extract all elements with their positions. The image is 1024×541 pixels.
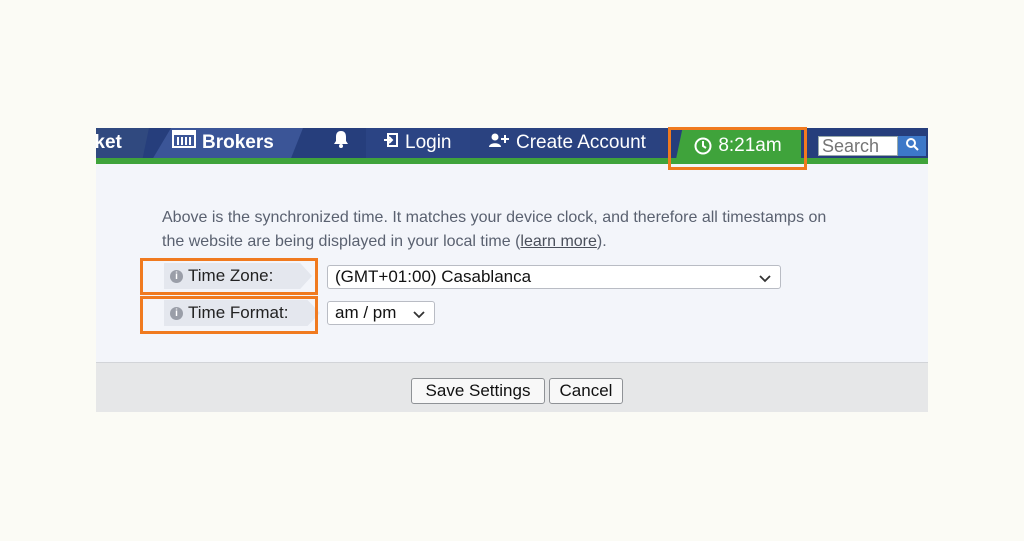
login-icon — [383, 128, 399, 158]
time-zone-value: (GMT+01:00) Casablanca — [335, 267, 532, 286]
search-button[interactable] — [898, 136, 926, 156]
time-sync-description: Above is the synchronized time. It match… — [162, 206, 832, 254]
nav-item-login-label: Login — [405, 132, 452, 153]
nav-item-market[interactable]: rket — [96, 128, 122, 158]
time-zone-select[interactable]: (GMT+01:00) Casablanca — [327, 265, 781, 289]
chevron-down-icon — [758, 270, 772, 290]
nav-item-notifications[interactable] — [333, 128, 349, 158]
nav-item-market-label: rket — [96, 132, 122, 153]
time-zone-highlight-box — [140, 258, 318, 295]
nav-item-create-account-label: Create Account — [516, 132, 646, 153]
chevron-down-icon — [412, 306, 426, 326]
learn-more-link[interactable]: learn more — [520, 233, 596, 250]
time-format-value: am / pm — [335, 303, 397, 322]
nav-item-create-account[interactable]: Create Account — [488, 128, 646, 158]
cancel-button[interactable]: Cancel — [549, 378, 623, 404]
description-text: Above is the synchronized time. It match… — [162, 209, 827, 250]
add-user-icon — [488, 128, 510, 158]
bell-icon — [333, 128, 349, 158]
nav-item-brokers[interactable]: Brokers — [172, 128, 274, 158]
time-format-select[interactable]: am / pm — [327, 301, 435, 325]
save-settings-button[interactable]: Save Settings — [411, 378, 545, 404]
time-format-highlight-box — [140, 296, 318, 334]
clock-highlight-box — [668, 127, 807, 170]
broker-building-icon — [172, 128, 196, 158]
search-input[interactable] — [818, 136, 898, 156]
description-end: ). — [596, 233, 607, 250]
nav-item-brokers-label: Brokers — [202, 132, 274, 153]
nav-item-login[interactable]: Login — [383, 128, 452, 158]
search-icon — [905, 137, 919, 156]
settings-footer: Save Settings Cancel — [96, 362, 928, 412]
